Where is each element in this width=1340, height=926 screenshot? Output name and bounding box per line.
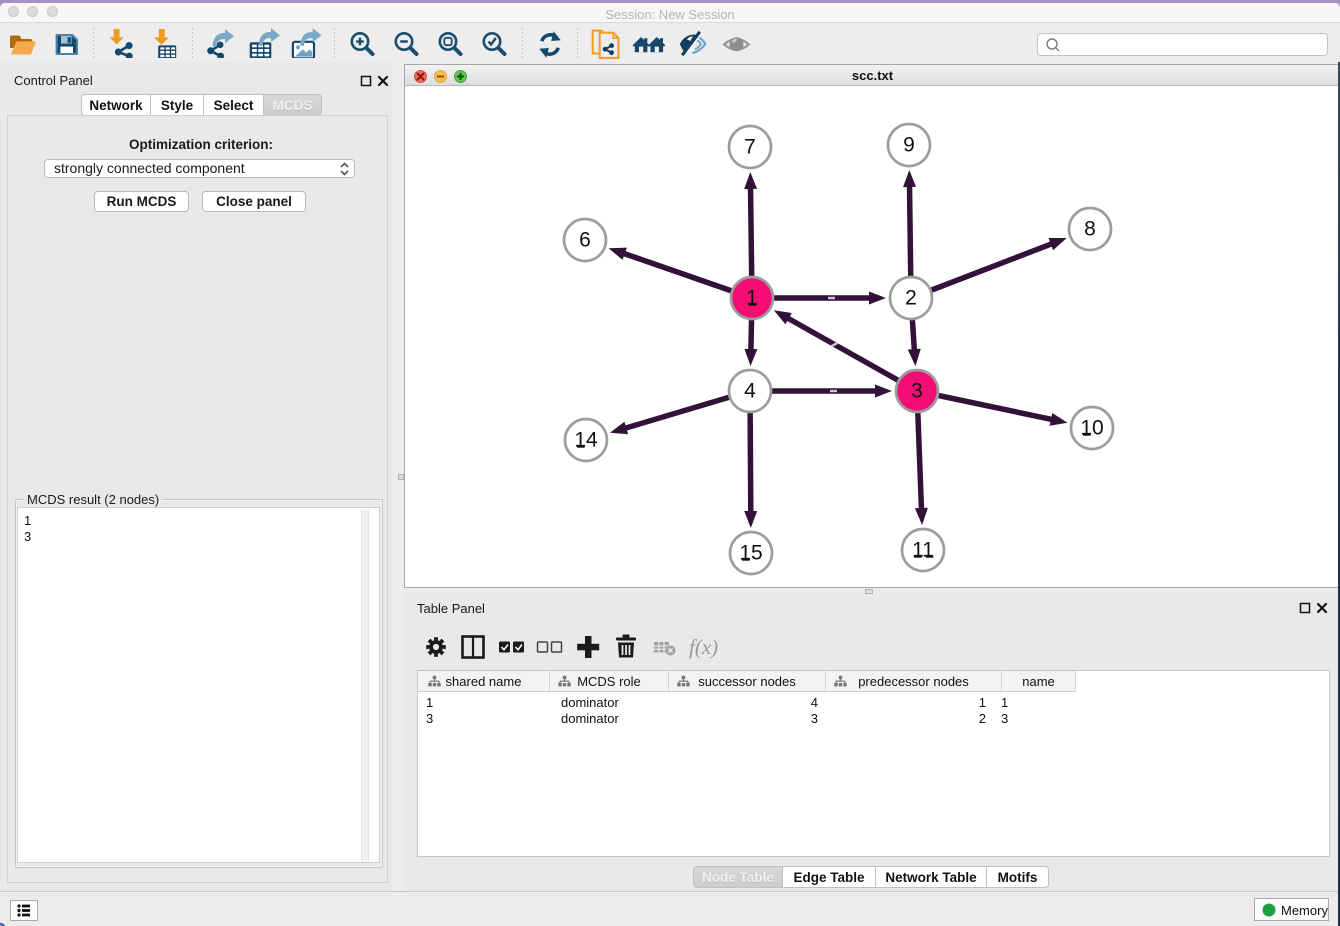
svg-text:4: 4 xyxy=(744,380,756,403)
svg-text:3: 3 xyxy=(911,380,923,403)
svg-text:1: 1 xyxy=(746,287,758,310)
svg-text:2: 2 xyxy=(905,287,917,310)
svg-text:6: 6 xyxy=(579,229,591,252)
svg-text:7: 7 xyxy=(744,136,756,159)
svg-text:9: 9 xyxy=(903,134,915,157)
svg-text:f(x): f(x) xyxy=(689,635,718,659)
svg-text:15: 15 xyxy=(739,542,762,565)
svg-text:10: 10 xyxy=(1080,417,1103,440)
svg-text:8: 8 xyxy=(1084,218,1096,241)
svg-text:11: 11 xyxy=(912,539,934,562)
svg-text:14: 14 xyxy=(574,429,598,452)
